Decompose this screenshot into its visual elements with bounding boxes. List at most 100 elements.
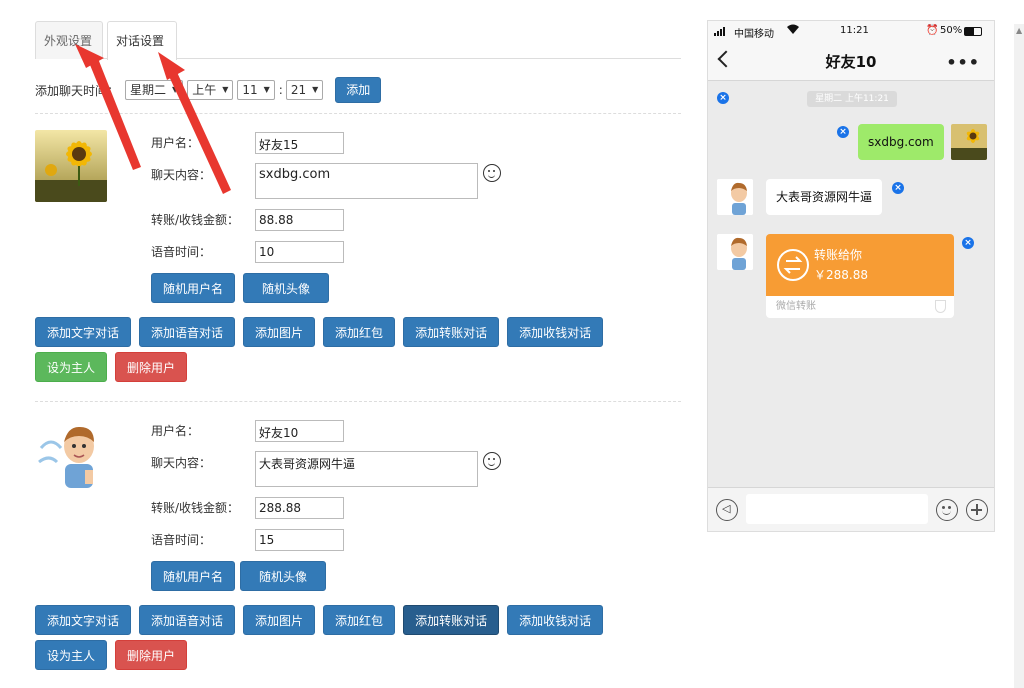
battery-percent: 50% (940, 25, 963, 36)
add-image-button[interactable]: 添加图片 (243, 317, 316, 347)
action-buttons-1: 添加文字对话 添加语音对话 添加图片 添加红包 添加转账对话 添加收钱对话 (35, 317, 604, 347)
user-avatar-cartoon[interactable] (35, 418, 107, 490)
add-voice-dialog-button[interactable]: 添加语音对话 (139, 317, 236, 347)
add-chat-time-label: 添加聊天时间： (35, 83, 120, 98)
random-username-button[interactable]: 随机用户名 (151, 561, 236, 591)
add-chat-time-bar: 添加聊天时间： 星期二 ▼ 上午 ▼ 11 ▼ : 21 ▼ 添加 (35, 77, 382, 103)
username-field[interactable]: 好友10 (255, 420, 344, 442)
wifi-icon (786, 24, 800, 38)
role-buttons-2: 设为主人 删除用户 (35, 640, 188, 670)
delete-user-button[interactable]: 删除用户 (115, 640, 188, 670)
carrier-label: 中国移动 (734, 29, 774, 40)
add-time-button[interactable]: 添加 (335, 77, 382, 103)
chat-text-input[interactable] (746, 494, 928, 524)
emoji-icon[interactable] (483, 164, 501, 182)
voice-time-field[interactable]: 15 (255, 529, 344, 551)
divider (35, 113, 681, 114)
tab-appearance-settings[interactable]: 外观设置 (35, 21, 103, 59)
phone-preview: 中国移动 11:21 ⏰ 50% 好友10 ••• × 星期二 上午11:21 … (707, 20, 995, 532)
voice-icon[interactable]: ◁ (716, 499, 738, 521)
chat-navbar: 好友10 ••• (708, 43, 994, 81)
add-image-button[interactable]: 添加图片 (243, 605, 316, 635)
voice-time-label: 语音时间： (151, 245, 212, 259)
chat-input-bar: ◁ (708, 487, 994, 531)
settings-panel: 外观设置 对话设置 添加聊天时间： 星期二 ▼ 上午 ▼ 11 ▼ : 21 ▼ 添加 (0, 0, 700, 688)
weekday-select[interactable]: 星期二 ▼ (125, 80, 184, 100)
friend-avatar (717, 234, 753, 270)
alarm-icon: ⏰ (926, 25, 939, 36)
add-red-packet-button[interactable]: 添加红包 (323, 605, 396, 635)
add-voice-dialog-button[interactable]: 添加语音对话 (139, 605, 236, 635)
voice-time-label: 语音时间： (151, 533, 212, 547)
action-buttons-2: 添加文字对话 添加语音对话 添加图片 添加红包 添加转账对话 添加收钱对话 (35, 605, 604, 635)
add-red-packet-button[interactable]: 添加红包 (323, 317, 396, 347)
emoji-icon[interactable] (936, 499, 958, 521)
random-avatar-button[interactable]: 随机头像 (240, 561, 327, 591)
add-receive-dialog-button[interactable]: 添加收钱对话 (507, 317, 604, 347)
add-transfer-dialog-button[interactable]: 添加转账对话 (403, 605, 500, 635)
sunflower-image (35, 130, 107, 202)
time-separator: : (278, 83, 283, 97)
transfer-card-body: 转账给你 ￥288.88 (766, 234, 954, 296)
add-text-dialog-button[interactable]: 添加文字对话 (35, 605, 132, 635)
chat-timestamp: 星期二 上午11:21 (807, 91, 897, 107)
chat-content-textarea[interactable]: 大表哥资源网牛逼 (255, 451, 478, 487)
status-bar: 中国移动 11:21 ⏰ 50% (708, 21, 994, 43)
chevron-down-icon: ▼ (172, 85, 179, 94)
transfer-icon (777, 249, 809, 281)
add-text-dialog-button[interactable]: 添加文字对话 (35, 317, 132, 347)
minute-select[interactable]: 21 ▼ (285, 80, 324, 100)
add-receive-dialog-button[interactable]: 添加收钱对话 (507, 605, 604, 635)
friend-avatar (717, 179, 753, 215)
user-avatar-sunflower[interactable] (35, 130, 107, 202)
divider (35, 401, 681, 402)
delete-message-icon[interactable]: × (892, 182, 904, 194)
owner-avatar (951, 124, 987, 160)
battery-icon (964, 27, 982, 36)
shield-icon (935, 300, 946, 313)
plus-icon[interactable] (966, 499, 988, 521)
set-owner-button[interactable]: 设为主人 (35, 640, 108, 670)
chevron-down-icon: ▼ (312, 85, 319, 94)
set-owner-button[interactable]: 设为主人 (35, 352, 108, 382)
message-bubble-left: 大表哥资源网牛逼 (766, 179, 883, 215)
cartoon-man-image (35, 418, 107, 490)
delete-time-icon[interactable]: × (717, 92, 729, 104)
scrollbar[interactable]: ▲ (1014, 24, 1024, 688)
chat-content-label: 聊天内容： (151, 168, 212, 182)
chat-content-label: 聊天内容： (151, 456, 212, 470)
voice-time-field[interactable]: 10 (255, 241, 344, 263)
random-username-button[interactable]: 随机用户名 (151, 273, 236, 303)
emoji-icon[interactable] (483, 452, 501, 470)
delete-message-icon[interactable]: × (962, 237, 974, 249)
random-avatar-button[interactable]: 随机头像 (243, 273, 330, 303)
scroll-up-icon[interactable]: ▲ (1016, 26, 1022, 35)
amount-field[interactable]: 88.88 (255, 209, 344, 231)
transfer-footer-label: 微信转账 (776, 301, 816, 312)
add-transfer-dialog-button[interactable]: 添加转账对话 (403, 317, 500, 347)
ampm-select[interactable]: 上午 ▼ (187, 80, 234, 100)
delete-message-icon[interactable]: × (837, 126, 849, 138)
transfer-title: 转账给你 (814, 248, 863, 262)
transfer-amount: ￥288.88 (814, 268, 868, 282)
tab-dialogue-settings[interactable]: 对话设置 (107, 21, 177, 60)
hour-select[interactable]: 11 ▼ (237, 80, 275, 100)
role-buttons-1: 设为主人 删除用户 (35, 352, 188, 382)
chevron-down-icon: ▼ (263, 85, 270, 94)
amount-label: 转账/收钱金额： (151, 213, 240, 227)
transfer-footer: 微信转账 (766, 296, 954, 318)
username-label: 用户名： (151, 424, 200, 438)
delete-user-button[interactable]: 删除用户 (115, 352, 188, 382)
username-field[interactable]: 好友15 (255, 132, 344, 154)
status-time: 11:21 (840, 25, 869, 36)
signal-icon (714, 26, 728, 39)
chat-content-textarea[interactable]: sxdbg.com (255, 163, 478, 199)
amount-label: 转账/收钱金额： (151, 501, 240, 515)
amount-field[interactable]: 288.88 (255, 497, 344, 519)
more-icon[interactable]: ••• (946, 53, 980, 72)
transfer-card[interactable]: 转账给你 ￥288.88 微信转账 (766, 234, 954, 318)
settings-tabs: 外观设置 对话设置 (35, 21, 681, 60)
message-bubble-right: sxdbg.com (858, 124, 944, 160)
username-label: 用户名： (151, 136, 200, 150)
chevron-down-icon: ▼ (222, 85, 229, 94)
